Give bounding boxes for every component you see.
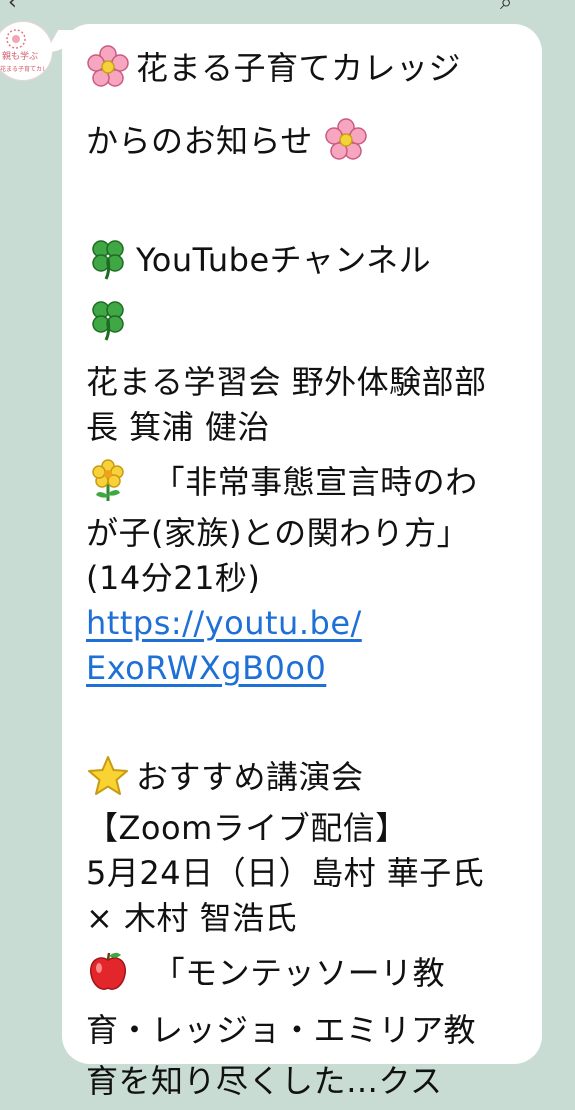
four-leaf-clover-icon <box>92 240 124 280</box>
flower-logo-icon <box>6 29 26 49</box>
message-line-text: 育・レッジョ・エミリア教 <box>86 1011 477 1049</box>
message-line-text: が子(家族)との関わり方」 <box>86 514 470 552</box>
message-line-text: (14分21秒) <box>86 559 261 597</box>
apple-icon <box>89 952 127 990</box>
message-line-text: 育を知り尽くした…クス <box>86 1062 443 1100</box>
message-line: 花まる学習会 野外体験部部 <box>86 360 526 405</box>
message-line-text: 花まる子育てカレッジ <box>136 49 462 87</box>
logo-text: 親も学ぶ <box>2 52 39 62</box>
message-line: 「モンテッソーリ教 <box>86 945 526 1002</box>
message-line: YouTubeチャンネル <box>86 232 526 289</box>
four-leaf-clover-icon <box>92 301 124 341</box>
message-line: (14分21秒) <box>86 556 526 601</box>
message-line-text: YouTubeチャンネル <box>136 241 432 279</box>
message-line-text: からのお知らせ <box>86 122 313 160</box>
message-line: 育・レッジョ・エミリア教 <box>86 1002 526 1059</box>
message-line: 「非常事態宣言時のわ <box>86 454 526 511</box>
message-line-text: 5月24日（日）島村 華子氏 <box>86 854 485 892</box>
message-line-text: × 木村 智浩氏 <box>86 899 298 937</box>
message-line-text: 「モンテッソーリ教 <box>152 954 446 992</box>
message-line: おすすめ講演会 <box>86 749 526 806</box>
message-line: 育を知り尽くした…クス <box>86 1053 526 1110</box>
message-line: × 木村 智浩氏 <box>86 896 526 941</box>
message-line: からのお知らせ <box>86 113 526 170</box>
logo-subtext: 花まる子育てカレッジ <box>0 66 52 73</box>
cherry-blossom-icon <box>87 45 129 87</box>
youtube-link[interactable]: https://youtu.be/ <box>86 604 362 642</box>
sender-avatar[interactable]: 親も学ぶ 花まる子育てカレッジ <box>0 22 52 80</box>
back-icon[interactable]: ‹ <box>8 0 17 15</box>
youtube-link-continued[interactable]: ExoRWXgB0o0 <box>86 649 326 687</box>
message-line-text: 【Zoomライブ配信】 <box>86 809 408 847</box>
message-text: 花まる子育てカレッジ からのお知らせ YouTubeチャンネル 花まる学習会 野… <box>86 40 526 1110</box>
message-line: ExoRWXgB0o0 <box>86 646 526 691</box>
message-line: が子(家族)との関わり方」 <box>86 511 526 556</box>
message-line: 【Zoomライブ配信】 <box>86 806 526 851</box>
message-line-text: おすすめ講演会 <box>136 758 364 796</box>
message-line: 花まる子育てカレッジ <box>86 40 526 97</box>
message-line <box>86 293 526 350</box>
star-icon <box>88 756 128 795</box>
message-line-text: 長 箕浦 健治 <box>86 408 270 446</box>
status-bar: ‹ ⌕ <box>0 0 575 15</box>
search-icon[interactable]: ⌕ <box>500 0 512 15</box>
yellow-flower-icon <box>92 459 124 501</box>
message-line: https://youtu.be/ <box>86 601 526 646</box>
message-line: 長 箕浦 健治 <box>86 405 526 450</box>
message-line: 5月24日（日）島村 華子氏 <box>86 851 526 896</box>
cherry-blossom-icon <box>324 118 367 160</box>
message-line-text: 花まる学習会 野外体験部部 <box>86 363 487 401</box>
message-line-text: 「非常事態宣言時のわ <box>152 463 478 501</box>
